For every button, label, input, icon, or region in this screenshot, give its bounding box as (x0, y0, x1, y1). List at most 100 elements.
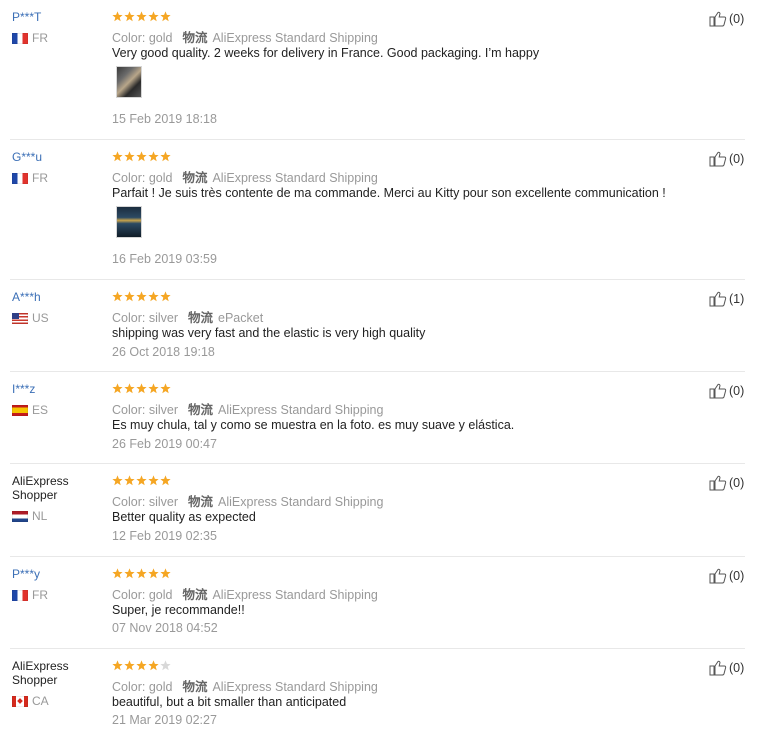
review-photo-thumbnail[interactable] (116, 206, 142, 238)
star-filled-icon (160, 291, 171, 302)
thumbs-up-icon (709, 660, 727, 676)
review-divider (10, 371, 745, 372)
helpful-button[interactable]: (0) (709, 660, 744, 676)
reviewer-country: ES (12, 403, 48, 417)
star-rating (112, 660, 171, 672)
reviewer-name[interactable]: A***h (12, 290, 41, 304)
review-meta: Color: gold 物流 AliExpress Standard Shippin… (112, 676, 378, 695)
star-filled-icon (124, 383, 135, 394)
flag-icon (12, 312, 28, 324)
helpful-count: (0) (729, 661, 745, 675)
helpful-count: (0) (729, 476, 745, 490)
product-color: Color: silver (112, 311, 178, 325)
star-filled-icon (124, 568, 135, 579)
helpful-button[interactable]: (1) (709, 291, 744, 307)
reviewer-name[interactable]: I***z (12, 382, 35, 396)
star-filled-icon (124, 660, 135, 671)
star-filled-icon (160, 475, 171, 486)
flag-icon (12, 404, 28, 416)
review-divider (10, 463, 745, 464)
star-filled-icon (136, 568, 147, 579)
review-date: 07 Nov 2018 04:52 (112, 621, 218, 635)
shipping-label: 物流 (188, 495, 214, 509)
product-color: Color: gold (112, 171, 173, 185)
star-filled-icon (124, 475, 135, 486)
star-filled-icon (124, 291, 135, 302)
star-filled-icon (112, 151, 123, 162)
review-text: Es muy chula, tal y como se muestra en l… (112, 418, 515, 432)
star-filled-icon (136, 151, 147, 162)
thumbs-up-icon (709, 383, 727, 399)
star-rating (112, 11, 171, 23)
star-filled-icon (160, 568, 171, 579)
review-date: 16 Feb 2019 03:59 (112, 252, 217, 266)
review-date: 15 Feb 2019 18:18 (112, 112, 217, 126)
country-code: ES (32, 403, 49, 417)
review-meta: Color: silver 物流 AliExpress Standard Shipp… (112, 491, 383, 510)
helpful-button[interactable]: (0) (709, 151, 744, 167)
reviewer-name[interactable]: P***y (12, 567, 40, 581)
star-filled-icon (136, 383, 147, 394)
star-rating (112, 383, 171, 395)
flag-icon (12, 32, 28, 44)
shipping-method: AliExpress Standard Shipping (218, 495, 384, 509)
thumbs-up-icon (709, 11, 727, 27)
review-divider (10, 648, 745, 649)
star-filled-icon (160, 11, 171, 22)
review-meta: Color: silver 物流 AliExpress Standard Shipp… (112, 399, 383, 418)
star-filled-icon (148, 475, 159, 486)
shipping-label: 物流 (182, 680, 208, 694)
star-filled-icon (112, 475, 123, 486)
reviewer-country: CA (12, 694, 49, 708)
product-color: Color: gold (112, 680, 173, 694)
star-filled-icon (112, 568, 123, 579)
star-empty-icon (160, 660, 171, 671)
helpful-button[interactable]: (0) (709, 475, 744, 491)
review-text: Very good quality. 2 weeks for delivery … (112, 46, 540, 60)
shipping-label: 物流 (182, 588, 208, 602)
review-meta: Color: gold 物流 AliExpress Standard Shippin… (112, 27, 378, 46)
star-filled-icon (136, 291, 147, 302)
review-divider (10, 279, 745, 280)
flag-icon (12, 510, 28, 522)
helpful-button[interactable]: (0) (709, 11, 744, 27)
review-date: 12 Feb 2019 02:35 (112, 529, 217, 543)
product-color: Color: silver (112, 495, 178, 509)
review-date: 26 Oct 2018 19:18 (112, 345, 215, 359)
thumbs-up-icon (709, 568, 727, 584)
helpful-button[interactable]: (0) (709, 383, 744, 399)
star-rating (112, 291, 171, 303)
review-text: Super, je recommande!! (112, 603, 245, 617)
shipping-method: AliExpress Standard Shipping (212, 171, 378, 185)
review-date: 21 Mar 2019 02:27 (112, 713, 217, 727)
country-code: NL (32, 509, 48, 523)
country-code: CA (32, 694, 49, 708)
review-divider (10, 139, 745, 140)
reviewer-country: US (12, 311, 49, 325)
review-date: 26 Feb 2019 00:47 (112, 437, 217, 451)
star-filled-icon (148, 291, 159, 302)
star-filled-icon (112, 660, 123, 671)
helpful-count: (0) (729, 12, 745, 26)
review-photo-thumbnail[interactable] (116, 66, 142, 98)
thumbs-up-icon (709, 151, 727, 167)
star-filled-icon (148, 660, 159, 671)
star-filled-icon (124, 151, 135, 162)
product-color: Color: gold (112, 31, 173, 45)
reviewer-name[interactable]: P***T (12, 10, 41, 24)
country-code: FR (32, 171, 48, 185)
reviewer-country: NL (12, 509, 47, 523)
review-divider (10, 556, 745, 557)
star-filled-icon (160, 151, 171, 162)
helpful-count: (0) (729, 569, 745, 583)
review-meta: Color: gold 物流 AliExpress Standard Shippin… (112, 167, 378, 186)
star-rating (112, 151, 171, 163)
review-text: Better quality as expected (112, 510, 256, 524)
star-filled-icon (136, 475, 147, 486)
star-filled-icon (136, 660, 147, 671)
reviewer-country: FR (12, 588, 48, 602)
flag-icon (12, 172, 28, 184)
helpful-button[interactable]: (0) (709, 568, 744, 584)
reviewer-name[interactable]: G***u (12, 150, 42, 164)
review-text: beautiful, but a bit smaller than antici… (112, 695, 347, 709)
